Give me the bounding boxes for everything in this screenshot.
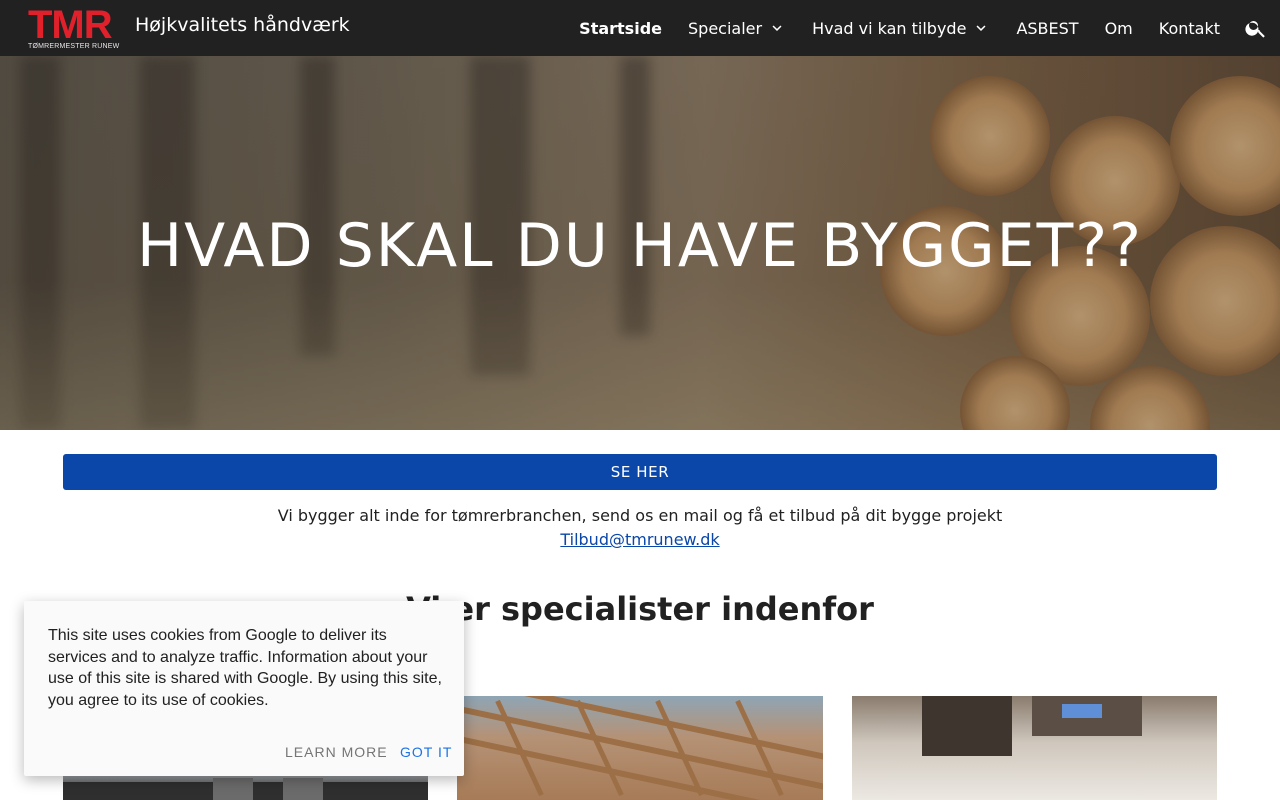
hero-title: HVAD SKAL DU HAVE BYGGET??: [137, 211, 1143, 281]
intro-text: Vi bygger alt inde for tømrerbranchen, s…: [277, 506, 1003, 525]
specialty-card-image[interactable]: [852, 696, 1217, 800]
nav-label: Hvad vi kan tilbyde: [812, 18, 967, 38]
search-icon[interactable]: [1244, 16, 1268, 40]
main-nav: Startside Specialer Hvad vi kan tilbyde …: [579, 0, 1280, 56]
nav-label: ASBEST: [1016, 18, 1079, 38]
nav-label: Startside: [579, 18, 662, 38]
got-it-button[interactable]: GOT IT: [400, 744, 452, 760]
cookie-notice-text: This site uses cookies from Google to de…: [48, 627, 442, 709]
hero-banner: HVAD SKAL DU HAVE BYGGET??: [0, 56, 1280, 430]
nav-item-specialer[interactable]: Specialer: [688, 19, 786, 38]
site-title[interactable]: Højkvalitets håndværk: [135, 14, 350, 36]
chevron-down-icon[interactable]: [972, 19, 990, 37]
nav-item-om[interactable]: Om: [1105, 19, 1133, 38]
nav-label: Specialer: [688, 18, 763, 38]
logo-subtext: TØMRERMESTER RUNEW: [28, 43, 120, 50]
site-logo[interactable]: TMR TØMRERMESTER RUNEW: [28, 3, 120, 50]
email-link[interactable]: Tilbud@tmrunew.dk: [560, 530, 719, 549]
specialty-card-image[interactable]: [457, 696, 823, 800]
nav-item-startside[interactable]: Startside: [579, 19, 662, 38]
nav-label: Om: [1104, 18, 1133, 38]
nav-item-kontakt[interactable]: Kontakt: [1159, 19, 1220, 38]
learn-more-button[interactable]: LEARN MORE: [285, 744, 388, 760]
nav-item-hvad-vi-kan-tilbyde[interactable]: Hvad vi kan tilbyde: [812, 19, 990, 38]
email-line: Tilbud@tmrunew.dk: [0, 530, 1280, 549]
se-her-button[interactable]: SE HER: [63, 454, 1217, 490]
nav-label: Kontakt: [1158, 18, 1220, 38]
logo-mark: TMR: [28, 3, 113, 47]
site-header: TMR TØMRERMESTER RUNEW Højkvalitets hånd…: [0, 0, 1280, 56]
chevron-down-icon[interactable]: [768, 19, 786, 37]
cookie-consent-dialog: This site uses cookies from Google to de…: [24, 601, 464, 776]
nav-item-asbest[interactable]: ASBEST: [1016, 19, 1078, 38]
